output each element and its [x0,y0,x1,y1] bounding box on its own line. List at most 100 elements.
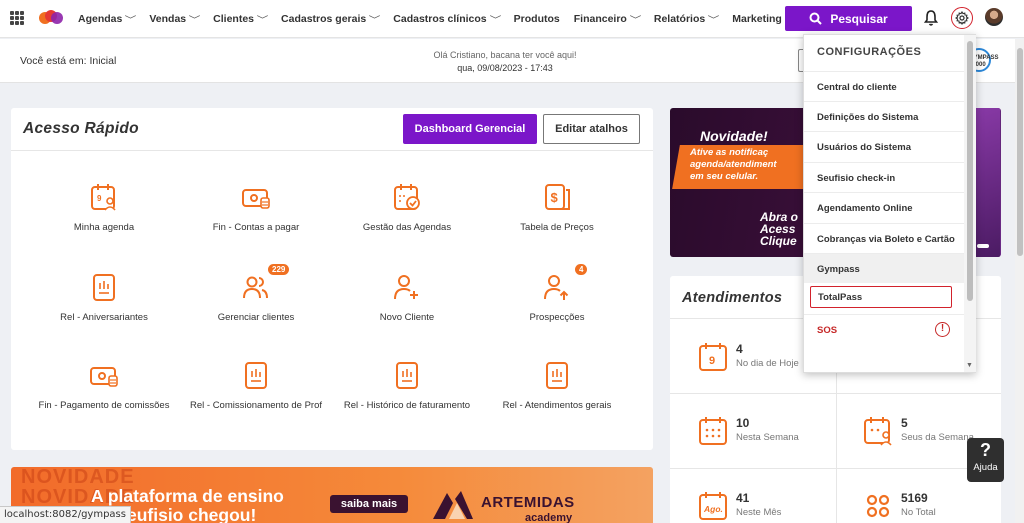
brand-name: ARTEMIDAS [481,494,575,511]
shortcut-rel-aniversariantes[interactable]: Rel - Aniversariantes [24,272,184,323]
main-menu: Agendas ﹀ Vendas ﹀ Clientes ﹀ Cadastros ger… [78,0,809,38]
search-icon [809,12,823,25]
shortcut-label: Rel - Comissionamento de Prof [190,400,322,411]
top-navbar: Agendas ﹀ Vendas ﹀ Clientes ﹀ Cadastros ger… [0,0,1024,38]
svg-text:Ago.: Ago. [703,504,723,514]
menu-usuarios-sistema[interactable]: Usuários do Sistema [804,131,964,161]
menu-cadastros-clinicos[interactable]: Cadastros clínicos ﹀ [393,13,502,26]
prospects-count-badge: 4 [575,264,588,275]
menu-agendas[interactable]: Agendas ﹀ [78,13,137,26]
stat-value: 5169 [901,491,928,505]
grid-dots-icon [866,494,890,518]
gear-icon [955,11,969,25]
menu-totalpass[interactable]: TotalPass [810,286,952,308]
stat-value: 41 [736,491,750,505]
editar-atalhos-button[interactable]: Editar atalhos [543,114,640,144]
shortcut-label: Fin - Contas a pagar [212,222,300,233]
search-button[interactable]: Pesquisar [785,6,912,31]
apps-grid-icon[interactable] [10,11,24,25]
shortcut-gerenciar-clientes[interactable]: Gerenciar clientes 229 [176,264,336,323]
svg-text:9: 9 [709,355,715,367]
calendar-user-icon: 9 [91,184,116,211]
divider [670,393,1001,394]
dashboard-gerencial-button[interactable]: Dashboard Gerencial [403,114,537,144]
menu-gympass[interactable]: Gympass [804,253,964,283]
menu-agendamento-online[interactable]: Agendamento Online [804,192,964,222]
report-icon [93,274,115,301]
stat-value: 4 [736,342,743,356]
shortcut-rel-atendimentos-gerais[interactable]: Rel - Atendimentos gerais [477,360,637,411]
calendar-month-icon: Ago. [699,492,727,520]
dropdown-scrollbar-thumb[interactable] [967,41,973,301]
calendar-user-icon [864,417,892,446]
settings-dropdown: CONFIGURAÇÕES Central do cliente Definiç… [803,34,976,373]
divider [670,468,1001,469]
browser-status-url: localhost:8082/gympass [0,506,131,523]
menu-central-cliente[interactable]: Central do cliente [804,71,964,101]
price-table-icon: $ [545,184,570,210]
menu-sos[interactable]: SOS ! [804,314,964,344]
help-button[interactable]: ? Ajuda [967,438,1004,482]
chevron-down-icon: ﹀ [489,14,502,25]
sos-label: SOS [817,325,838,336]
current-datetime: qua, 09/08/2023 - 17:43 [457,63,553,73]
menu-relatorios[interactable]: Relatórios ﹀ [654,13,720,26]
menu-cadastros-gerais[interactable]: Cadastros gerais ﹀ [281,13,381,26]
shortcut-label: Rel - Histórico de faturamento [343,400,471,411]
shortcut-label: Novo Cliente [379,312,435,323]
shortcut-label: Prospecções [529,312,585,323]
greeting: Olá Cristiano, bacana ter você aqui! qua… [405,49,605,75]
stat-value: 5 [901,416,908,430]
stat-label: Seus da Semana [901,432,974,443]
menu-vendas[interactable]: Vendas ﹀ [149,13,200,26]
calendar-week-icon [699,417,727,445]
brand-sub: academy [525,512,573,523]
acesso-rapido-card: Acesso Rápido Dashboard Gerencial Editar… [11,108,653,450]
menu-financeiro[interactable]: Financeiro ﹀ [574,13,641,26]
shortcut-tabela-precos[interactable]: $ Tabela de Preços [477,182,637,233]
report-icon [546,362,568,389]
shortcut-novo-cliente[interactable]: Novo Cliente [327,272,487,323]
shortcut-rel-historico-faturamento[interactable]: Rel - Histórico de faturamento [327,360,487,411]
shortcut-prospeccoes[interactable]: Prospecções 4 [477,264,637,323]
chevron-down-icon: ﹀ [256,14,269,25]
menu-clientes[interactable]: Clientes ﹀ [213,13,269,26]
artemidas-logo-icon [433,491,473,519]
menu-checkin[interactable]: Seufisio check-in [804,162,964,192]
svg-text:$: $ [551,190,559,205]
user-plus-icon [394,275,418,300]
menu-definicoes-sistema[interactable]: Definições do Sistema [804,101,964,131]
scroll-down-icon[interactable]: ▼ [966,362,973,369]
stat-label: No Total [901,507,936,518]
users-icon [243,276,268,299]
stat-label: Nesta Semana [736,432,799,443]
money-icon [90,367,118,387]
alert-icon: ! [935,322,950,337]
bell-icon[interactable] [923,9,939,27]
user-avatar[interactable] [985,8,1003,26]
greeting-text: Olá Cristiano, bacana ter você aqui! [433,50,577,60]
promo-subtitle: Ative as notificaç agenda/atendiment em … [690,147,777,182]
user-up-icon [544,275,569,300]
promo-instructions: Abra o Acess Clique [760,210,799,248]
menu-produtos[interactable]: Produtos [514,13,560,25]
menu-cobrancas[interactable]: Cobranças via Boleto e Cartão [804,223,964,253]
shortcut-label: Gerenciar clientes [217,312,295,323]
money-icon [242,189,270,209]
page-scrollbar-thumb[interactable] [1017,48,1023,256]
saiba-mais-button[interactable]: saiba mais [330,495,408,513]
seufisio-logo[interactable] [38,9,64,27]
shortcut-contas-a-pagar[interactable]: Fin - Contas a pagar [176,182,336,233]
shortcut-label: Gestão das Agendas [362,222,452,233]
shortcut-rel-comissionamento[interactable]: Rel - Comissionamento de Prof [176,360,336,411]
chevron-down-icon: ﹀ [124,14,137,25]
shortcut-label: Fin - Pagamento de comissões [38,400,170,411]
stat-label: No dia de Hoje [736,358,799,369]
carousel-indicator[interactable] [977,244,989,248]
shortcut-pagamento-comissoes[interactable]: Fin - Pagamento de comissões [24,360,184,411]
shortcut-gestao-agendas[interactable]: Gestão das Agendas [327,182,487,233]
settings-button[interactable] [951,7,973,29]
shortcut-minha-agenda[interactable]: 9 Minha agenda [24,182,184,233]
stat-value: 10 [736,416,750,430]
shortcut-label: Tabela de Preços [520,222,594,233]
